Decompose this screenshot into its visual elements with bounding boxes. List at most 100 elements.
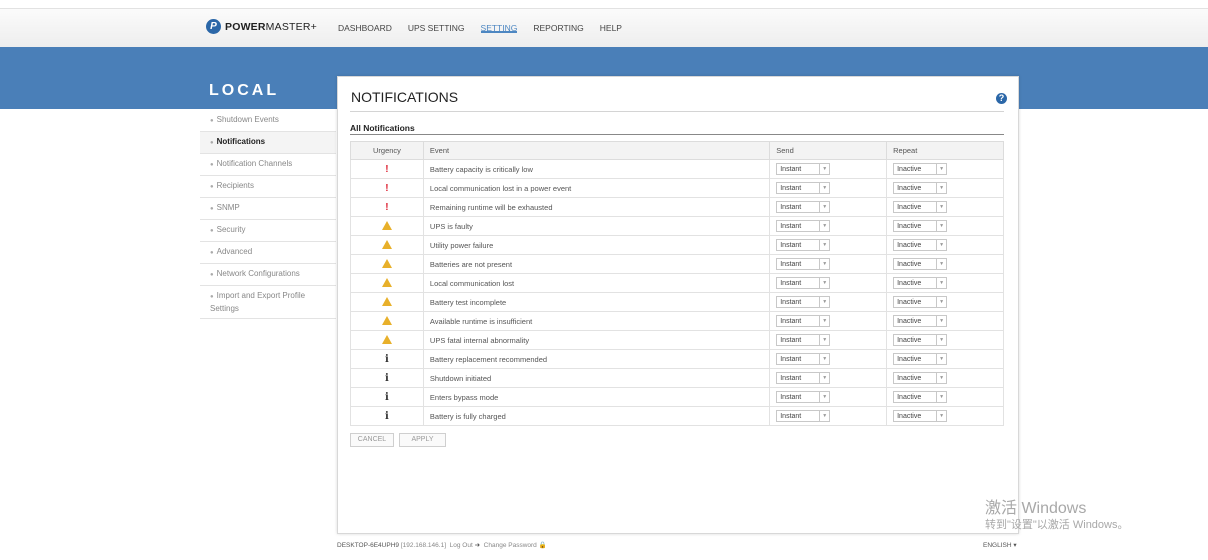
send-select[interactable]: Instant ▼ xyxy=(776,201,831,213)
repeat-cell: Inactive ▼ xyxy=(886,159,1004,179)
warning-triangle-icon xyxy=(381,334,392,344)
brand-name: POWERMASTER+ xyxy=(225,20,317,33)
warning-triangle-icon xyxy=(381,296,392,306)
nav-dashboard[interactable]: DASHBOARD xyxy=(338,9,392,33)
send-select[interactable]: Instant ▼ xyxy=(776,220,831,232)
table-row: i Enters bypass mode Instant ▼ Inactive ▼ xyxy=(350,387,1004,407)
urgency-cell xyxy=(350,216,424,236)
repeat-select[interactable]: Inactive ▼ xyxy=(893,410,948,422)
sidebar-item-shutdown-events[interactable]: ● Shutdown Events xyxy=(200,110,336,132)
column-header-send: Send xyxy=(769,141,888,160)
apply-button[interactable]: APPLY xyxy=(399,433,446,447)
host-ip: [192.168.146.1] xyxy=(400,542,447,549)
repeat-select[interactable]: Inactive ▼ xyxy=(893,334,948,346)
sidebar-item-security[interactable]: ● Security xyxy=(200,220,336,242)
urgency-cell: ! xyxy=(350,159,424,179)
table-row: Available runtime is insufficient Instant… xyxy=(350,311,1004,331)
repeat-value: Inactive xyxy=(897,336,922,344)
send-value: Instant xyxy=(780,279,802,287)
send-select[interactable]: Instant ▼ xyxy=(776,182,831,194)
repeat-select[interactable]: Inactive ▼ xyxy=(893,163,948,175)
table-row: ! Battery capacity is critically low Insta… xyxy=(350,159,1004,179)
sidebar-title: LOCAL xyxy=(209,82,280,99)
urgency-cell: ! xyxy=(350,197,424,217)
event-cell: UPS is faulty xyxy=(422,216,771,236)
send-select[interactable]: Instant ▼ xyxy=(776,239,831,251)
table-row: Batteries are not present Instant ▼ Inactiv… xyxy=(350,254,1004,274)
chevron-down-icon: ▼ xyxy=(936,183,946,193)
repeat-select[interactable]: Inactive ▼ xyxy=(893,182,948,194)
page-title: NOTIFICATIONS xyxy=(351,89,459,105)
nav-help[interactable]: HELP xyxy=(600,9,622,33)
send-select[interactable]: Instant ▼ xyxy=(776,410,831,422)
send-value: Instant xyxy=(780,260,802,268)
repeat-cell: Inactive ▼ xyxy=(886,254,1004,274)
cancel-button[interactable]: CANCEL xyxy=(350,433,394,447)
repeat-select[interactable]: Inactive ▼ xyxy=(893,258,948,270)
table-row: UPS is faulty Instant ▼ Inactive ▼ xyxy=(350,216,1004,236)
send-select[interactable]: Instant ▼ xyxy=(776,163,831,175)
info-icon: i xyxy=(385,391,389,403)
logout-link[interactable]: Log Out xyxy=(450,542,473,549)
repeat-select[interactable]: Inactive ▼ xyxy=(893,277,948,289)
repeat-select[interactable]: Inactive ▼ xyxy=(893,315,948,327)
table-row: i Shutdown initiated Instant ▼ Inactive ▼ xyxy=(350,368,1004,388)
repeat-cell: Inactive ▼ xyxy=(886,178,1004,198)
repeat-cell: Inactive ▼ xyxy=(886,216,1004,236)
event-cell: Available runtime is insufficient xyxy=(422,311,771,331)
chevron-down-icon: ▼ xyxy=(936,373,946,383)
table-row: UPS fatal internal abnormality Instant ▼ In… xyxy=(350,330,1004,350)
logout-icon[interactable]: ➜ xyxy=(475,542,480,549)
event-cell: Enters bypass mode xyxy=(422,387,771,407)
repeat-select[interactable]: Inactive ▼ xyxy=(893,372,948,384)
repeat-select[interactable]: Inactive ▼ xyxy=(893,296,948,308)
top-navigation-bar: P POWERMASTER+ DASHBOARD UPS SETTING SET… xyxy=(0,8,1208,48)
change-password-link[interactable]: Change Password xyxy=(484,542,537,549)
section-divider xyxy=(350,134,1004,135)
nav-reporting[interactable]: REPORTING xyxy=(533,9,583,33)
repeat-select[interactable]: Inactive ▼ xyxy=(893,220,948,232)
question-circle-icon[interactable]: ? xyxy=(996,93,1007,104)
power-logo-icon: P xyxy=(206,19,221,34)
repeat-select[interactable]: Inactive ▼ xyxy=(893,353,948,365)
sidebar-item-advanced[interactable]: ● Advanced xyxy=(200,242,336,264)
bullet-icon: ● xyxy=(210,206,214,212)
send-select[interactable]: Instant ▼ xyxy=(776,353,831,365)
sidebar-item-import-export[interactable]: ● Import and Export Profile Settings xyxy=(200,286,336,319)
send-cell: Instant ▼ xyxy=(769,178,888,198)
send-select[interactable]: Instant ▼ xyxy=(776,372,831,384)
event-cell: Local communication lost in a power even… xyxy=(422,178,771,198)
sidebar-item-notifications[interactable]: ● Notifications xyxy=(200,132,336,154)
powermaster-logo[interactable]: P POWERMASTER+ xyxy=(206,19,317,34)
repeat-select[interactable]: Inactive ▼ xyxy=(893,201,948,213)
repeat-cell: Inactive ▼ xyxy=(886,292,1004,312)
nav-setting[interactable]: SETTING xyxy=(480,9,518,33)
repeat-value: Inactive xyxy=(897,374,922,382)
sidebar-item-network-configurations[interactable]: ● Network Configurations xyxy=(200,264,336,286)
sidebar-item-notification-channels[interactable]: ● Notification Channels xyxy=(200,154,336,176)
send-select[interactable]: Instant ▼ xyxy=(776,296,831,308)
send-select[interactable]: Instant ▼ xyxy=(776,277,831,289)
language-selector[interactable]: ENGLISH ▾ xyxy=(983,541,1017,549)
event-cell: Battery capacity is critically low xyxy=(422,159,771,179)
main-nav: DASHBOARD UPS SETTING SETTING REPORTING … xyxy=(338,9,638,47)
repeat-select[interactable]: Inactive ▼ xyxy=(893,391,948,403)
event-cell: Batteries are not present xyxy=(422,254,771,274)
urgency-cell xyxy=(350,311,424,331)
repeat-value: Inactive xyxy=(897,222,922,230)
chevron-down-icon: ▼ xyxy=(936,297,946,307)
send-select[interactable]: Instant ▼ xyxy=(776,315,831,327)
repeat-select[interactable]: Inactive ▼ xyxy=(893,239,948,251)
bullet-icon: ● xyxy=(210,272,214,278)
urgency-cell xyxy=(350,292,424,312)
sidebar-item-recipients[interactable]: ● Recipients xyxy=(200,176,336,198)
nav-ups-setting[interactable]: UPS SETTING xyxy=(408,9,465,33)
chevron-down-icon: ▼ xyxy=(819,164,829,174)
send-cell: Instant ▼ xyxy=(769,254,888,274)
send-select[interactable]: Instant ▼ xyxy=(776,334,831,346)
send-select[interactable]: Instant ▼ xyxy=(776,258,831,270)
sidebar-item-snmp[interactable]: ● SNMP xyxy=(200,198,336,220)
send-select[interactable]: Instant ▼ xyxy=(776,391,831,403)
urgency-cell xyxy=(350,235,424,255)
chevron-down-icon: ▼ xyxy=(819,278,829,288)
